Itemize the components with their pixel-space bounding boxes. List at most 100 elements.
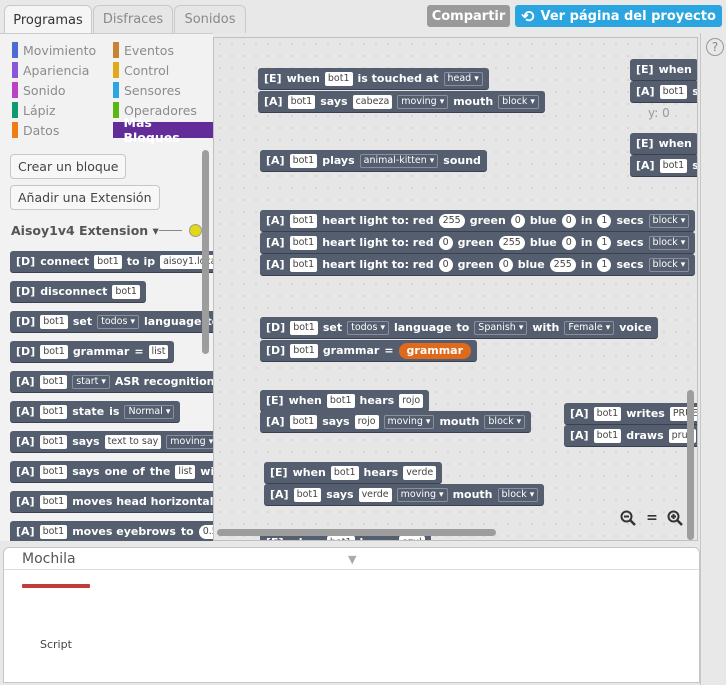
scripts-vertical-scrollbar[interactable] xyxy=(687,390,694,540)
number-slot[interactable]: 0 xyxy=(510,213,525,228)
text-slot[interactable]: bot1 xyxy=(324,71,353,86)
block-a[interactable]: [A] bot1 writes PRUE xyxy=(564,403,697,424)
text-slot[interactable]: bot1 xyxy=(326,535,355,540)
text-slot[interactable]: bot1 xyxy=(289,153,318,168)
text-slot[interactable]: bot1 xyxy=(112,284,140,299)
text-slot[interactable]: verde xyxy=(358,487,392,502)
text-slot[interactable]: bot1 xyxy=(39,374,68,389)
script-thumbnail[interactable] xyxy=(22,584,90,588)
text-slot[interactable]: list xyxy=(175,464,196,479)
dropdown-slot[interactable]: moving xyxy=(166,434,213,449)
dropdown-slot[interactable]: todos xyxy=(347,320,389,335)
dropdown-slot[interactable]: todos xyxy=(97,314,139,329)
text-slot[interactable]: bot1 xyxy=(593,406,622,421)
dropdown-slot[interactable]: block xyxy=(648,213,690,228)
extension-title[interactable]: Aisoy1v4 Extension ▾ xyxy=(11,223,159,238)
dropdown-slot[interactable]: moving xyxy=(397,94,449,109)
number-slot[interactable]: 1 xyxy=(597,213,612,228)
number-slot[interactable]: 0.5 xyxy=(198,524,213,539)
block-e[interactable]: [E] when xyxy=(630,50,697,80)
block-a[interactable]: [A] bot1 heart light to: red 0 green 0 blue 255… xyxy=(260,254,696,275)
dropdown-slot[interactable]: Normal xyxy=(124,404,175,419)
text-slot[interactable]: cabeza xyxy=(352,94,393,109)
palette-scrollbar[interactable] xyxy=(202,150,209,354)
block-a[interactable]: [A] bot1 says cabeza moving mouth block xyxy=(258,91,545,112)
dropdown-slot[interactable]: moving xyxy=(383,414,435,429)
category-sensores[interactable]: Sensores xyxy=(113,82,181,98)
block-e[interactable]: [E] when bot1 hears rojo xyxy=(260,381,430,411)
text-slot[interactable]: bot1 xyxy=(290,343,318,358)
view-project-page-button[interactable]: ⟲ Ver página del proyecto xyxy=(515,5,722,27)
zoom-out-icon[interactable] xyxy=(619,509,637,527)
text-slot[interactable]: bot1 xyxy=(289,235,318,250)
tab-programas[interactable]: Programas xyxy=(4,5,92,34)
dropdown-slot[interactable]: block xyxy=(648,257,690,272)
block-a[interactable]: [A] bot1 says rojo moving mouth block xyxy=(260,411,532,432)
text-slot[interactable]: bot1 xyxy=(289,213,318,228)
dropdown-slot[interactable]: block xyxy=(497,487,539,502)
text-slot[interactable]: bot1 xyxy=(290,320,318,335)
block-d[interactable]: [D]bot1settodoslanguageto xyxy=(10,311,213,332)
dropdown-slot[interactable]: Female xyxy=(564,320,615,335)
block-a[interactable]: [A] bot1 says text to say moving xyxy=(10,431,213,452)
block-e[interactable]: [E] when bot1 is touched at head xyxy=(258,59,489,89)
text-slot[interactable]: bot1 xyxy=(39,404,68,419)
block-a[interactable]: [A] bot1 saysoneofthelist with xyxy=(10,461,213,482)
category-apariencia[interactable]: Apariencia xyxy=(12,62,89,78)
category-movimiento[interactable]: Movimiento xyxy=(12,42,96,58)
dropdown-slot[interactable]: start xyxy=(72,374,110,389)
category-más-bloques[interactable]: Más Bloques xyxy=(113,115,213,145)
category-sonido[interactable]: Sonido xyxy=(12,82,66,98)
text-slot[interactable]: bot1 xyxy=(593,428,622,443)
number-slot[interactable]: 255 xyxy=(438,213,465,228)
block-e[interactable]: [E] when xyxy=(630,124,697,154)
add-extension-button[interactable]: Añadir una Extensión xyxy=(10,185,160,210)
block-d[interactable]: [D] bot1 grammar = grammar xyxy=(260,340,478,361)
dropdown-slot[interactable]: block xyxy=(648,235,690,250)
zoom-in-icon[interactable] xyxy=(666,509,684,527)
block-a[interactable]: [A] bot1 plays animal-kitten sound xyxy=(260,150,487,171)
text-slot[interactable]: bot1 xyxy=(659,158,688,173)
dropdown-slot[interactable]: block xyxy=(484,414,526,429)
text-slot[interactable]: bot1 xyxy=(293,487,322,502)
text-slot[interactable]: verde xyxy=(403,465,437,480)
number-slot[interactable]: 1 xyxy=(597,235,612,250)
dropdown-slot[interactable]: animal-kitten xyxy=(359,153,439,168)
text-slot[interactable]: bot1 xyxy=(659,84,688,99)
dropdown-slot[interactable]: moving xyxy=(396,487,448,502)
text-slot[interactable]: bot1 xyxy=(39,464,68,479)
zoom-reset-icon[interactable]: = xyxy=(643,509,661,527)
text-slot[interactable]: bot1 xyxy=(40,344,68,359)
number-slot[interactable]: 0 xyxy=(561,213,576,228)
block-a[interactable]: [A] bot1 state is Normal xyxy=(10,401,181,422)
block-d[interactable]: [D] disconnect bot1 xyxy=(10,281,146,302)
number-slot[interactable]: 0 xyxy=(438,257,453,272)
number-slot[interactable]: 1 xyxy=(597,257,612,272)
block-a[interactable]: [A] bot1 says verde moving mouth block xyxy=(264,484,545,505)
text-slot[interactable]: text to say xyxy=(104,434,162,449)
block-a[interactable]: [A] bot1 sa xyxy=(630,81,697,102)
scripts-horizontal-scrollbar[interactable] xyxy=(217,529,496,536)
text-slot[interactable]: bot1 xyxy=(39,524,68,539)
category-control[interactable]: Control xyxy=(113,62,169,78)
block-a[interactable]: [A] bot1 heart light to: red 255 green 0 blue 0… xyxy=(260,210,696,231)
number-slot[interactable]: 0 xyxy=(561,235,576,250)
block-a[interactable]: [A] bot1 start ASR recognition xyxy=(10,371,213,392)
script-area[interactable]: [E]whenbot1is touched athead[A]bot1saysc… xyxy=(213,37,698,541)
category-lápiz[interactable]: Lápiz xyxy=(12,102,56,118)
text-slot[interactable]: bot1 xyxy=(39,494,68,509)
text-slot[interactable]: list xyxy=(148,344,169,359)
variable-reporter[interactable]: grammar xyxy=(398,342,472,359)
number-slot[interactable]: 0 xyxy=(438,235,453,250)
category-eventos[interactable]: Eventos xyxy=(113,42,174,58)
text-slot[interactable]: azul xyxy=(399,535,425,540)
block-a[interactable]: [A] bot1 draws prue xyxy=(564,425,697,446)
dropdown-slot[interactable]: head xyxy=(443,71,483,86)
make-block-button[interactable]: Crear un bloque xyxy=(10,154,127,179)
number-slot[interactable]: 0 xyxy=(498,257,513,272)
block-d[interactable]: [D] bot1 set todos language to Spanish with Fema… xyxy=(260,317,658,338)
tab-disfraces[interactable]: Disfraces xyxy=(93,5,173,33)
text-slot[interactable]: bot1 xyxy=(94,254,122,269)
tab-sonidos[interactable]: Sonidos xyxy=(174,5,246,33)
block-a[interactable]: [A] bot1 moves eyebrows to 0.5 xyxy=(10,521,213,541)
